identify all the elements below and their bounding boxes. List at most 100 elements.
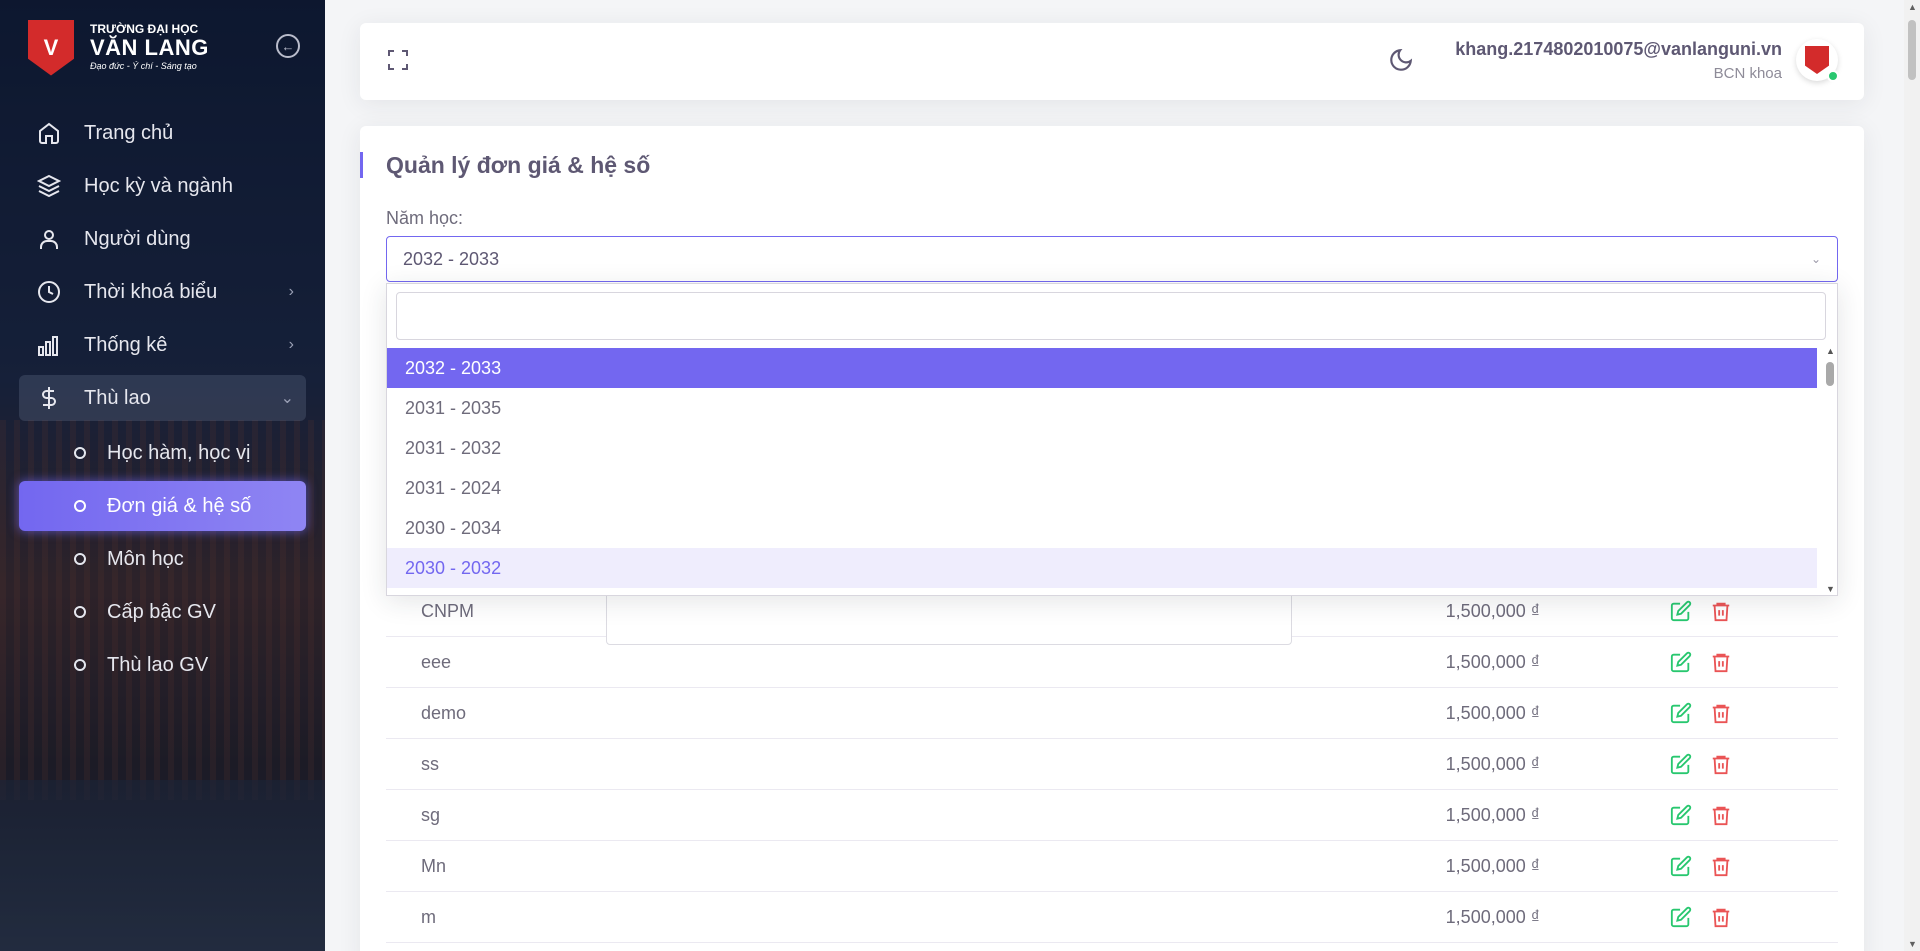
edit-icon[interactable] bbox=[1670, 651, 1692, 673]
user-role: BCN khoa bbox=[1713, 65, 1782, 82]
bar-chart-icon bbox=[36, 332, 62, 358]
sidebar-item-label: Trang chủ bbox=[84, 121, 174, 144]
moon-icon[interactable] bbox=[1388, 47, 1414, 73]
circle-icon bbox=[74, 553, 86, 565]
scrollbar-thumb[interactable] bbox=[1908, 20, 1916, 80]
dropdown-search-input[interactable] bbox=[396, 292, 1826, 340]
dollar-icon bbox=[36, 385, 62, 411]
sidebar-subitem-label: Cấp bậc GV bbox=[107, 600, 216, 623]
university-logo-icon bbox=[1805, 46, 1829, 74]
dropdown-options: 2032 - 2033 2031 - 2035 2031 - 2032 2031… bbox=[387, 348, 1817, 588]
dropdown-scrollbar[interactable]: ▲ ▼ bbox=[1823, 344, 1837, 596]
trash-icon[interactable] bbox=[1710, 753, 1732, 775]
scroll-down-icon[interactable]: ▼ bbox=[1826, 584, 1835, 594]
brand-line2: VĂN LANG bbox=[90, 35, 209, 61]
row-name: Mn bbox=[421, 856, 447, 876]
scroll-up-icon[interactable]: ▲ bbox=[1908, 2, 1917, 12]
dropdown-option[interactable]: 2031 - 2035 bbox=[387, 388, 1817, 428]
edit-icon[interactable] bbox=[1670, 600, 1692, 622]
scroll-up-icon[interactable]: ▲ bbox=[1826, 346, 1835, 356]
layers-icon bbox=[36, 173, 62, 199]
dropdown-option[interactable]: 2031 - 2032 bbox=[387, 428, 1817, 468]
row-price: 1,500,000 ₫ bbox=[1445, 856, 1540, 876]
table-row: m 1,500,000 ₫ bbox=[386, 892, 1838, 943]
avatar[interactable] bbox=[1796, 39, 1839, 82]
chevron-right-icon: › bbox=[288, 283, 294, 300]
sidebar-nav: Trang chủ Học kỳ và ngành Người dùng Thờ… bbox=[0, 110, 325, 421]
sidebar-item-remuneration[interactable]: Thù lao ⌄ bbox=[19, 375, 306, 421]
sidebar-subitem-academic-titles[interactable]: Học hàm, học vị bbox=[19, 428, 306, 478]
sidebar-subitem-label: Môn học bbox=[107, 547, 184, 570]
dropdown-option[interactable]: 2031 - 2024 bbox=[387, 468, 1817, 508]
user-icon bbox=[36, 226, 62, 252]
row-name: demo bbox=[421, 703, 467, 723]
year-dropdown: 2032 - 2033 2031 - 2035 2031 - 2032 2031… bbox=[386, 283, 1838, 596]
sidebar-subitem-label: Học hàm, học vị bbox=[107, 441, 251, 464]
trash-icon[interactable] bbox=[1710, 651, 1732, 673]
sidebar-item-semesters[interactable]: Học kỳ và ngành bbox=[19, 163, 306, 209]
sidebar-item-users[interactable]: Người dùng bbox=[19, 216, 306, 262]
sidebar-item-timetable[interactable]: Thời khoá biểu › bbox=[19, 269, 306, 315]
home-icon bbox=[36, 120, 62, 146]
collapse-sidebar-button[interactable]: ← bbox=[276, 34, 300, 58]
page-title: Quản lý đơn giá & hệ số bbox=[360, 152, 650, 178]
sidebar-item-statistics[interactable]: Thống kê › bbox=[19, 322, 306, 368]
sidebar-subitem-lecturer-rank[interactable]: Cấp bậc GV bbox=[19, 587, 306, 637]
chevron-down-icon: ⌄ bbox=[1810, 252, 1821, 266]
row-name: eee bbox=[421, 652, 452, 672]
trash-icon[interactable] bbox=[1710, 702, 1732, 724]
edit-icon[interactable] bbox=[1670, 753, 1692, 775]
circle-icon bbox=[74, 500, 86, 512]
row-name: ss bbox=[421, 754, 439, 774]
sidebar-item-label: Thù lao bbox=[84, 386, 151, 409]
sidebar-item-home[interactable]: Trang chủ bbox=[19, 110, 306, 156]
row-price: 1,500,000 ₫ bbox=[1445, 907, 1540, 927]
sidebar-submenu-remuneration: Học hàm, học vị Đơn giá & hệ số Môn học … bbox=[0, 428, 325, 690]
trash-icon[interactable] bbox=[1710, 804, 1732, 826]
sidebar: V TRƯỜNG ĐẠI HỌC VĂN LANG Đạo đức - Ý ch… bbox=[0, 0, 325, 951]
circle-icon bbox=[74, 447, 86, 459]
scrollbar-thumb[interactable] bbox=[1826, 362, 1834, 386]
circle-icon bbox=[74, 606, 86, 618]
table-row: Mn 1,500,000 ₫ bbox=[386, 841, 1838, 892]
sidebar-item-label: Thống kê bbox=[84, 333, 168, 356]
row-name: sg bbox=[421, 805, 441, 825]
clock-icon bbox=[36, 279, 62, 305]
table-row: ss 1,500,000 ₫ bbox=[386, 739, 1838, 790]
edit-icon[interactable] bbox=[1670, 855, 1692, 877]
sidebar-subitem-label: Đơn giá & hệ số bbox=[107, 494, 252, 517]
page-scrollbar[interactable]: ▲ ▼ bbox=[1904, 0, 1920, 951]
table-row: sg 1,500,000 ₫ bbox=[386, 790, 1838, 841]
row-name: CNPM bbox=[421, 601, 474, 621]
online-status-indicator bbox=[1827, 70, 1839, 82]
sidebar-subitem-subjects[interactable]: Môn học bbox=[19, 534, 306, 584]
year-select[interactable]: 2032 - 2033 ⌄ bbox=[386, 236, 1838, 282]
trash-icon[interactable] bbox=[1710, 855, 1732, 877]
edit-icon[interactable] bbox=[1670, 804, 1692, 826]
dropdown-option[interactable]: 2032 - 2033 bbox=[387, 348, 1817, 388]
row-name: m bbox=[421, 907, 436, 927]
chevron-right-icon: › bbox=[288, 336, 294, 353]
dropdown-option[interactable]: 2030 - 2032 bbox=[387, 548, 1817, 588]
edit-icon[interactable] bbox=[1670, 702, 1692, 724]
brand-slogan: Đạo đức - Ý chí - Sáng tạo bbox=[90, 61, 197, 72]
trash-icon[interactable] bbox=[1710, 600, 1732, 622]
fullscreen-icon[interactable] bbox=[386, 48, 410, 72]
sidebar-subitem-label: Thù lao GV bbox=[107, 653, 209, 676]
university-logo-icon: V bbox=[28, 19, 74, 76]
sidebar-item-label: Người dùng bbox=[84, 227, 191, 250]
edit-icon[interactable] bbox=[1670, 906, 1692, 928]
row-price: 1,500,000 ₫ bbox=[1445, 754, 1540, 774]
sidebar-subitem-lecturer-pay[interactable]: Thù lao GV bbox=[19, 640, 306, 690]
row-price: 1,500,000 ₫ bbox=[1445, 652, 1540, 672]
scroll-down-icon[interactable]: ▼ bbox=[1908, 939, 1917, 949]
trash-icon[interactable] bbox=[1710, 906, 1732, 928]
sidebar-subitem-unit-price[interactable]: Đơn giá & hệ số bbox=[19, 481, 306, 531]
row-price: 1,500,000 ₫ bbox=[1445, 601, 1540, 621]
user-email[interactable]: khang.2174802010075@vanlanguni.vn bbox=[1455, 39, 1782, 60]
table-row: demo 1,500,000 ₫ bbox=[386, 688, 1838, 739]
dropdown-option[interactable]: 2030 - 2034 bbox=[387, 508, 1817, 548]
year-label: Năm học: bbox=[386, 208, 464, 228]
chevron-down-icon: ⌄ bbox=[280, 390, 294, 407]
row-price: 1,500,000 ₫ bbox=[1445, 703, 1540, 723]
